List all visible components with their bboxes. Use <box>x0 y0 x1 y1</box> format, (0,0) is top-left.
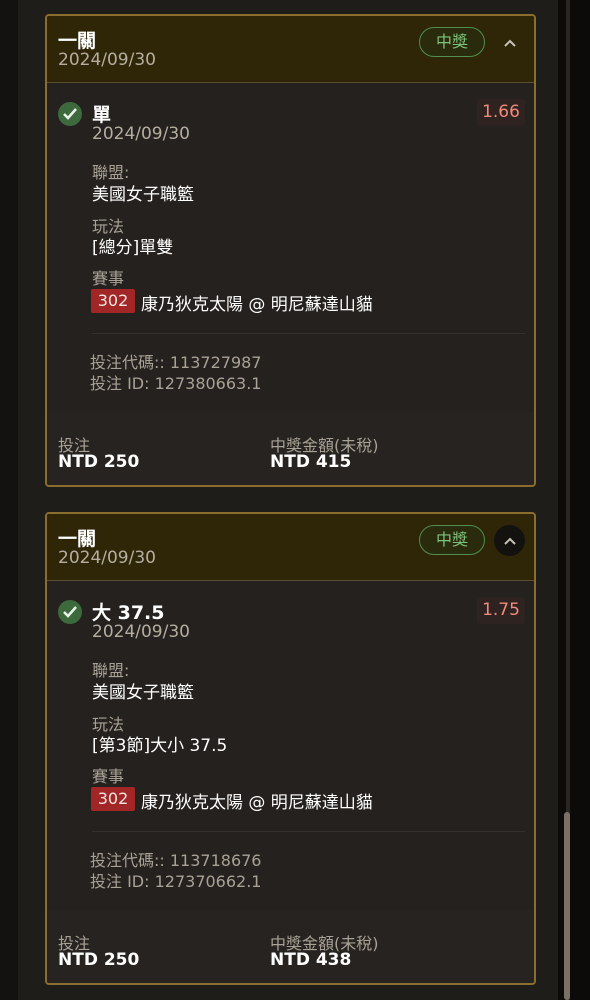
payout-value: NTD 438 <box>270 950 352 970</box>
selection-date: 2024/09/30 <box>92 622 190 642</box>
event-number-badge: 302 <box>91 787 135 811</box>
check-circle-icon <box>58 600 82 624</box>
odds-value: 1.75 <box>477 597 525 624</box>
leg-title: 一關 <box>58 528 97 550</box>
event-name: 康乃狄克太陽 @ 明尼蘇達山貓 <box>141 295 373 315</box>
bet-card: 一關 2024/09/30 中獎 大 37.5 2024/09/30 1.75 … <box>45 512 536 985</box>
stake-value: NTD 250 <box>58 950 140 970</box>
market-value: [第3節]大小 37.5 <box>92 736 228 756</box>
chevron-up-icon[interactable] <box>494 525 525 556</box>
selection-name: 大 37.5 <box>92 602 165 624</box>
leg-title: 一關 <box>58 30 97 52</box>
win-status-badge: 中獎 <box>419 525 485 555</box>
divider <box>92 831 525 832</box>
leg-date: 2024/09/30 <box>58 548 156 568</box>
selection-detail: 單 2024/09/30 1.66 聯盟: 美國女子職籃 玩法 [總分]單雙 賽… <box>47 83 534 413</box>
payout-value: NTD 415 <box>270 452 352 472</box>
selection-date: 2024/09/30 <box>92 124 190 144</box>
event-label: 賽事 <box>92 767 125 786</box>
selection-detail: 大 37.5 2024/09/30 1.75 聯盟: 美國女子職籃 玩法 [第3… <box>47 581 534 911</box>
odds-value: 1.66 <box>477 99 525 126</box>
event-number-badge: 302 <box>91 289 135 313</box>
market-value: [總分]單雙 <box>92 238 174 258</box>
bet-card: 一關 2024/09/30 中獎 單 2024/09/30 1.66 聯盟: 美… <box>45 14 536 487</box>
selection-name: 單 <box>92 104 112 126</box>
event-name: 康乃狄克太陽 @ 明尼蘇達山貓 <box>141 793 373 813</box>
event-label: 賽事 <box>92 269 125 288</box>
divider <box>92 333 525 334</box>
check-circle-icon <box>58 102 82 126</box>
bet-card-footer: 投注 NTD 250 中獎金額(未稅) NTD 415 <box>47 412 534 485</box>
bet-card-footer: 投注 NTD 250 中獎金額(未稅) NTD 438 <box>47 910 534 983</box>
stake-value: NTD 250 <box>58 452 140 472</box>
chevron-up-icon[interactable] <box>494 27 525 58</box>
league-value: 美國女子職籃 <box>92 185 194 205</box>
leg-date: 2024/09/30 <box>58 50 156 70</box>
league-value: 美國女子職籃 <box>92 683 194 703</box>
bet-id: 投注 ID: 127380663.1 <box>90 374 262 393</box>
bet-card-header[interactable]: 一關 2024/09/30 中獎 <box>47 16 534 83</box>
bet-id: 投注 ID: 127370662.1 <box>90 872 262 891</box>
bet-card-header[interactable]: 一關 2024/09/30 中獎 <box>47 514 534 581</box>
win-status-badge: 中獎 <box>419 27 485 57</box>
scrollbar-thumb[interactable] <box>564 812 570 1000</box>
bet-history-page: 一關 2024/09/30 中獎 單 2024/09/30 1.66 聯盟: 美… <box>0 0 590 1000</box>
right-gutter <box>558 0 590 1000</box>
